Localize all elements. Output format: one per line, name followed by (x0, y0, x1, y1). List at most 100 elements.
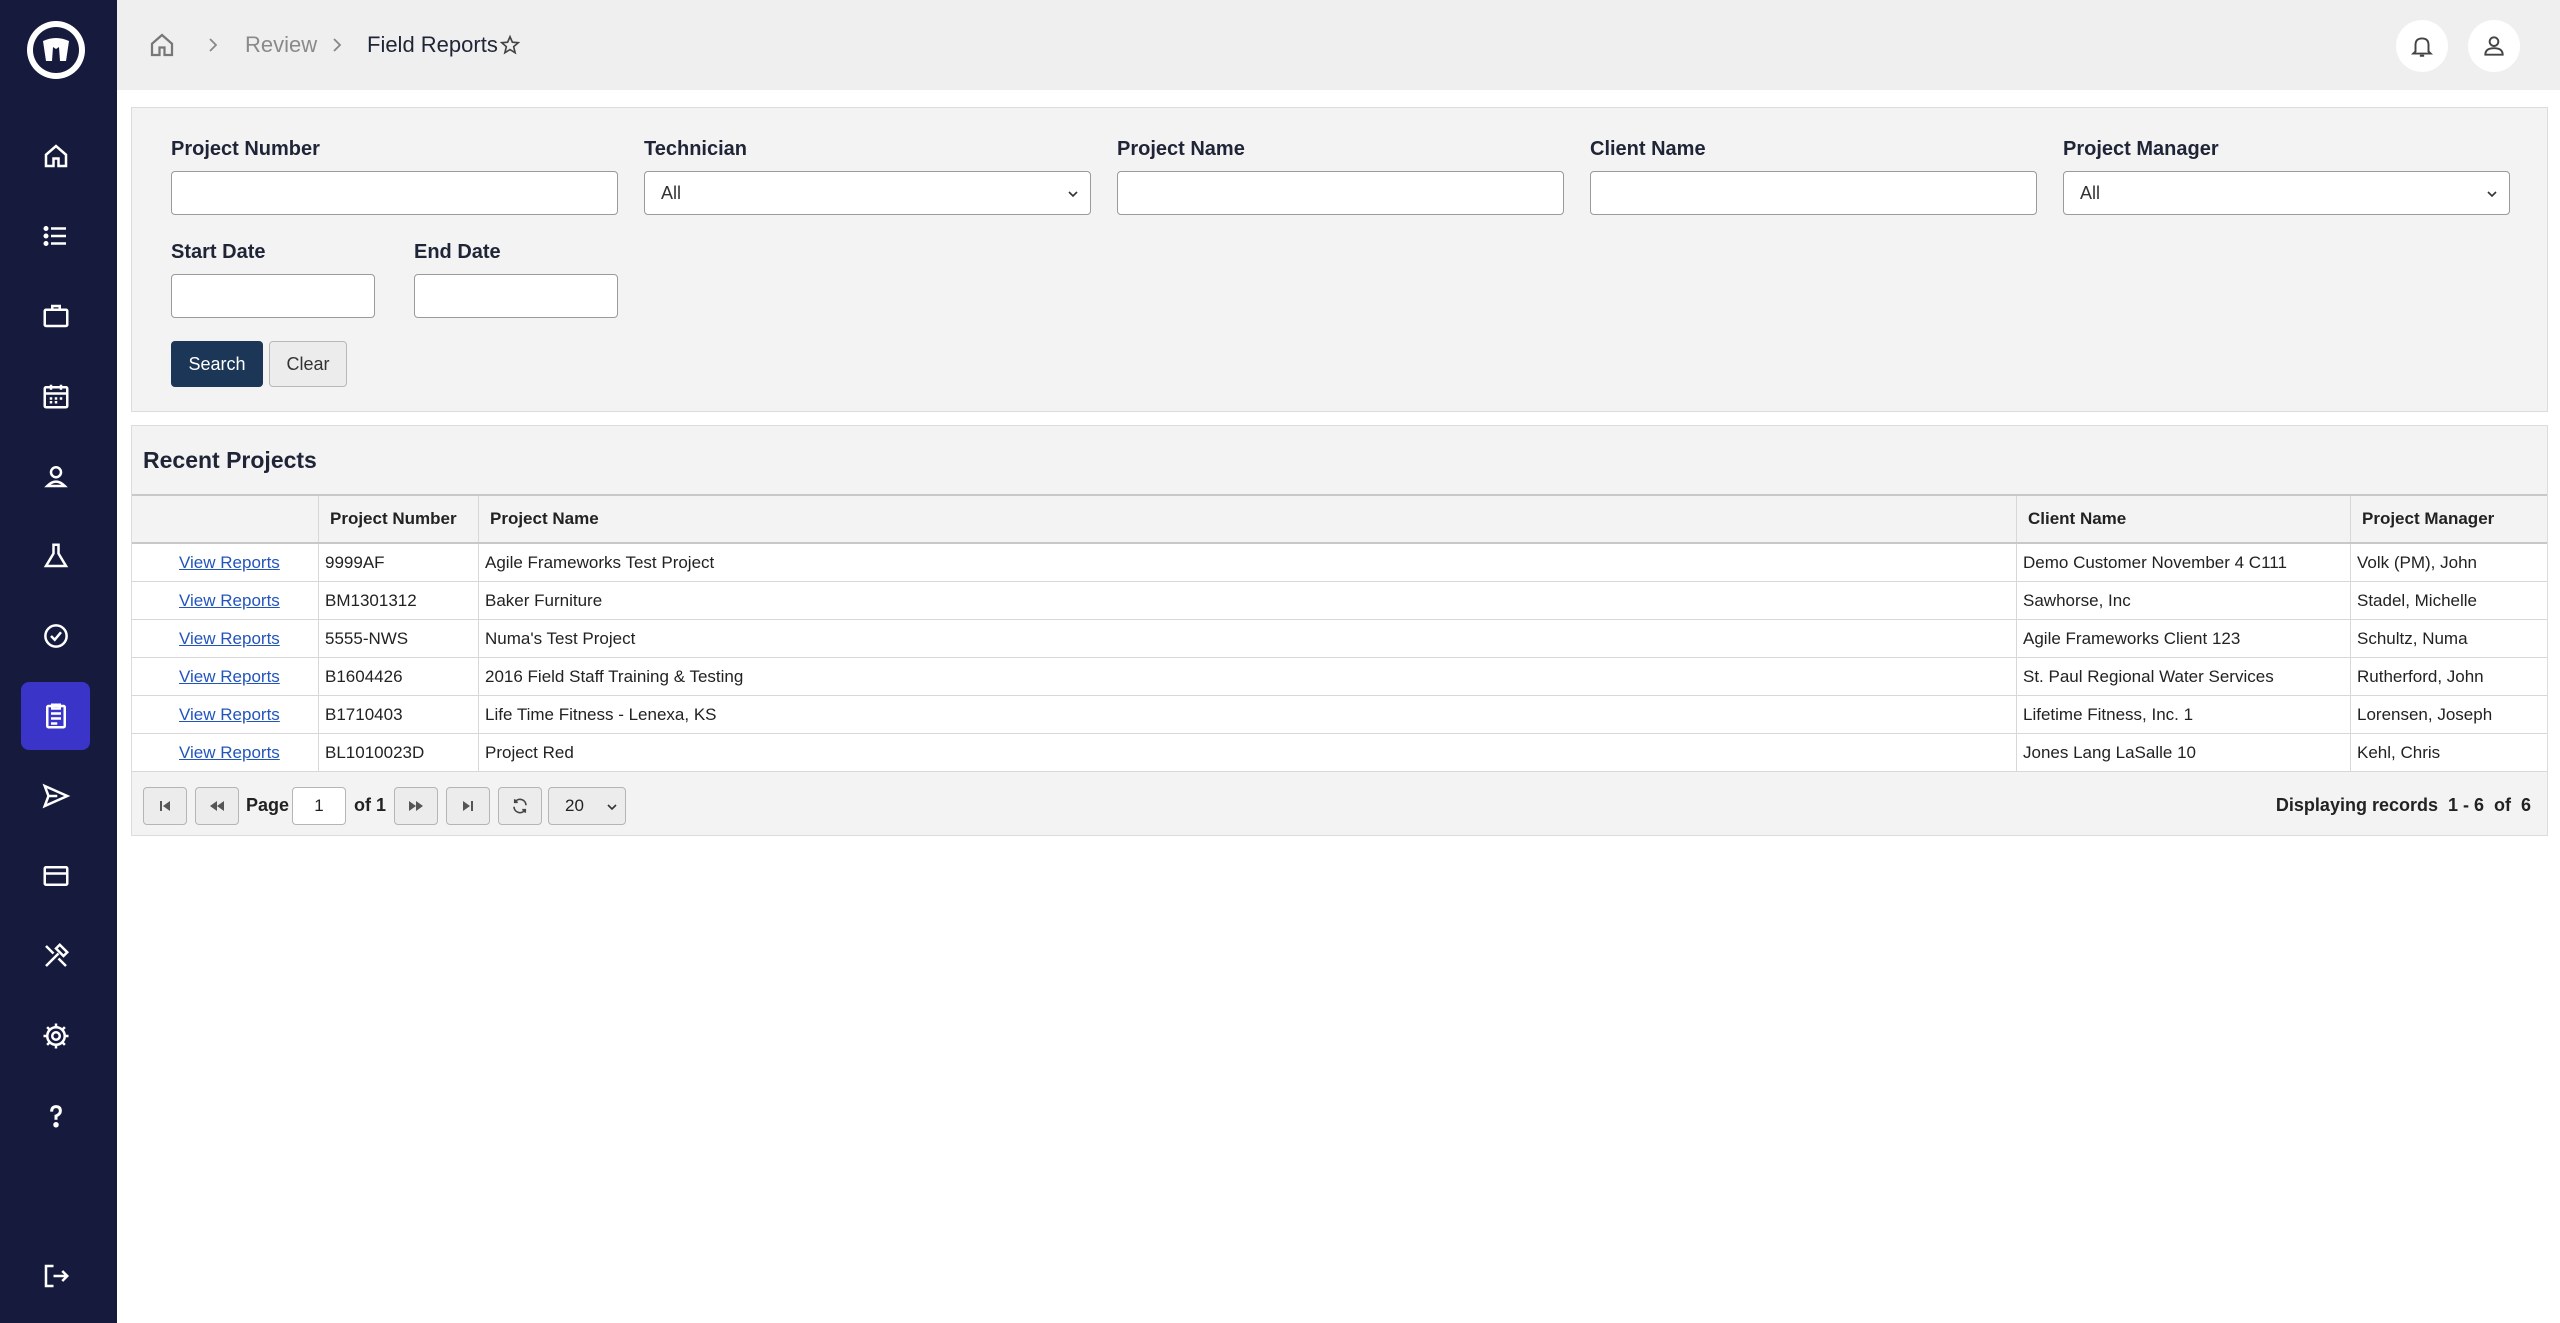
view-reports-link[interactable]: View Reports (138, 553, 280, 573)
clipboard-icon (45, 703, 66, 729)
user-menu-button[interactable] (2468, 20, 2520, 72)
pagination-toolbar: Page 1 of 1 20 Displaying records 1 - 6 … (132, 775, 2547, 835)
page-label: Page (246, 794, 290, 815)
client-name-cell: Jones Lang LaSalle 10 (2016, 734, 2350, 771)
view-reports-link[interactable]: View Reports (138, 591, 280, 611)
last-page-button[interactable] (446, 787, 490, 825)
breadcrumb-home[interactable] (147, 0, 177, 90)
table-row: View Reports BL1010023D Project Red Jone… (132, 734, 2547, 772)
logo[interactable] (27, 21, 85, 79)
project-manager-cell: Stadel, Michelle (2350, 582, 2547, 619)
star-icon[interactable] (499, 0, 521, 90)
view-reports-link[interactable]: View Reports (138, 743, 280, 763)
bell-icon (2410, 37, 2434, 57)
view-reports-link[interactable]: View Reports (138, 629, 280, 649)
column-header-project-name[interactable]: Project Name (478, 496, 2016, 542)
project-manager-cell: Kehl, Chris (2350, 734, 2547, 771)
project-number-cell: 9999AF (318, 544, 478, 581)
briefcase-icon (43, 304, 68, 328)
help-icon (49, 1105, 62, 1128)
project-name-cell: Agile Frameworks Test Project (478, 544, 2016, 581)
project-name-cell: Project Red (478, 734, 2016, 771)
search-button[interactable]: Search (171, 341, 263, 387)
nav-tools[interactable] (21, 922, 90, 990)
nav-lab[interactable] (21, 522, 90, 590)
refresh-icon (513, 798, 527, 814)
recent-projects-panel: Recent Projects Project Number Project N… (131, 425, 2548, 836)
project-manager-select-value: All (2080, 182, 2101, 203)
logo-icon (33, 27, 79, 73)
next-page-button[interactable] (394, 787, 438, 825)
page-size-select[interactable]: 20 (548, 787, 626, 825)
nav-approvals[interactable] (21, 602, 90, 670)
project-name-cell: 2016 Field Staff Training & Testing (478, 658, 2016, 695)
end-date-input[interactable] (414, 274, 618, 318)
client-name-cell: Demo Customer November 4 C111 (2016, 544, 2350, 581)
nav-list[interactable] (21, 202, 90, 270)
client-name-label: Client Name (1590, 138, 1706, 160)
project-number-cell: B1710403 (318, 696, 478, 733)
notifications-button[interactable] (2396, 20, 2448, 72)
column-header-project-number[interactable]: Project Number (318, 496, 478, 542)
view-reports-link[interactable]: View Reports (138, 705, 280, 725)
project-number-label: Project Number (171, 138, 320, 160)
top-bar: Review Field Reports (117, 0, 2560, 90)
project-name-input[interactable] (1117, 171, 1564, 215)
sidebar (0, 0, 117, 1323)
refresh-button[interactable] (498, 787, 542, 825)
projects-table: Project Number Project Name Client Name … (132, 494, 2547, 772)
nav-settings[interactable] (21, 1002, 90, 1070)
nav-staff[interactable] (21, 442, 90, 510)
client-name-cell: Lifetime Fitness, Inc. 1 (2016, 696, 2350, 733)
first-page-icon (160, 801, 170, 811)
chevron-down-icon (2487, 191, 2497, 198)
project-number-input[interactable] (171, 171, 618, 215)
project-name-cell: Life Time Fitness - Lenexa, KS (478, 696, 2016, 733)
nav-send[interactable] (21, 762, 90, 830)
project-manager-select[interactable]: All (2063, 171, 2510, 215)
chevron-right-icon (203, 0, 223, 90)
chevron-right-icon (327, 0, 347, 90)
page-size-value: 20 (565, 796, 584, 815)
filter-panel: Project Number Technician All Project Na… (131, 107, 2548, 412)
nav-home[interactable] (21, 122, 90, 190)
credit-card-icon (43, 866, 68, 886)
project-manager-cell: Volk (PM), John (2350, 544, 2547, 581)
home-icon (44, 144, 67, 168)
view-reports-cell: View Reports (132, 582, 318, 619)
logout-icon (44, 1264, 69, 1288)
project-name-cell: Baker Furniture (478, 582, 2016, 619)
breadcrumb-review[interactable]: Review (245, 0, 317, 90)
recent-projects-title: Recent Projects (143, 446, 317, 473)
nav-billing[interactable] (21, 842, 90, 910)
technician-label: Technician (644, 138, 747, 160)
column-header-client-name[interactable]: Client Name (2016, 496, 2350, 542)
nav-logout[interactable] (21, 1242, 90, 1310)
view-reports-cell: View Reports (132, 620, 318, 657)
project-name-label: Project Name (1117, 138, 1245, 160)
table-header: Project Number Project Name Client Name … (132, 494, 2547, 544)
nav-field-reports[interactable] (21, 682, 90, 750)
client-name-input[interactable] (1590, 171, 2037, 215)
clear-button[interactable]: Clear (269, 341, 347, 387)
view-reports-link[interactable]: View Reports (138, 667, 280, 687)
view-reports-cell: View Reports (132, 658, 318, 695)
home-icon (150, 33, 174, 57)
project-number-cell: BL1010023D (318, 734, 478, 771)
technician-select[interactable]: All (644, 171, 1091, 215)
first-page-button[interactable] (143, 787, 187, 825)
chevron-down-icon (607, 804, 617, 811)
nav-help[interactable] (21, 1082, 90, 1150)
nav-calendar[interactable] (21, 362, 90, 430)
column-header-project-manager[interactable]: Project Manager (2350, 496, 2547, 542)
chevron-down-icon (1068, 191, 1078, 198)
rewind-icon (210, 801, 224, 811)
start-date-input[interactable] (171, 274, 375, 318)
previous-page-button[interactable] (195, 787, 239, 825)
project-manager-cell: Lorensen, Joseph (2350, 696, 2547, 733)
send-icon (42, 783, 70, 809)
tools-icon (44, 942, 69, 967)
nav-projects[interactable] (21, 282, 90, 350)
page-number-input[interactable]: 1 (292, 787, 346, 825)
calendar-icon (43, 384, 68, 409)
